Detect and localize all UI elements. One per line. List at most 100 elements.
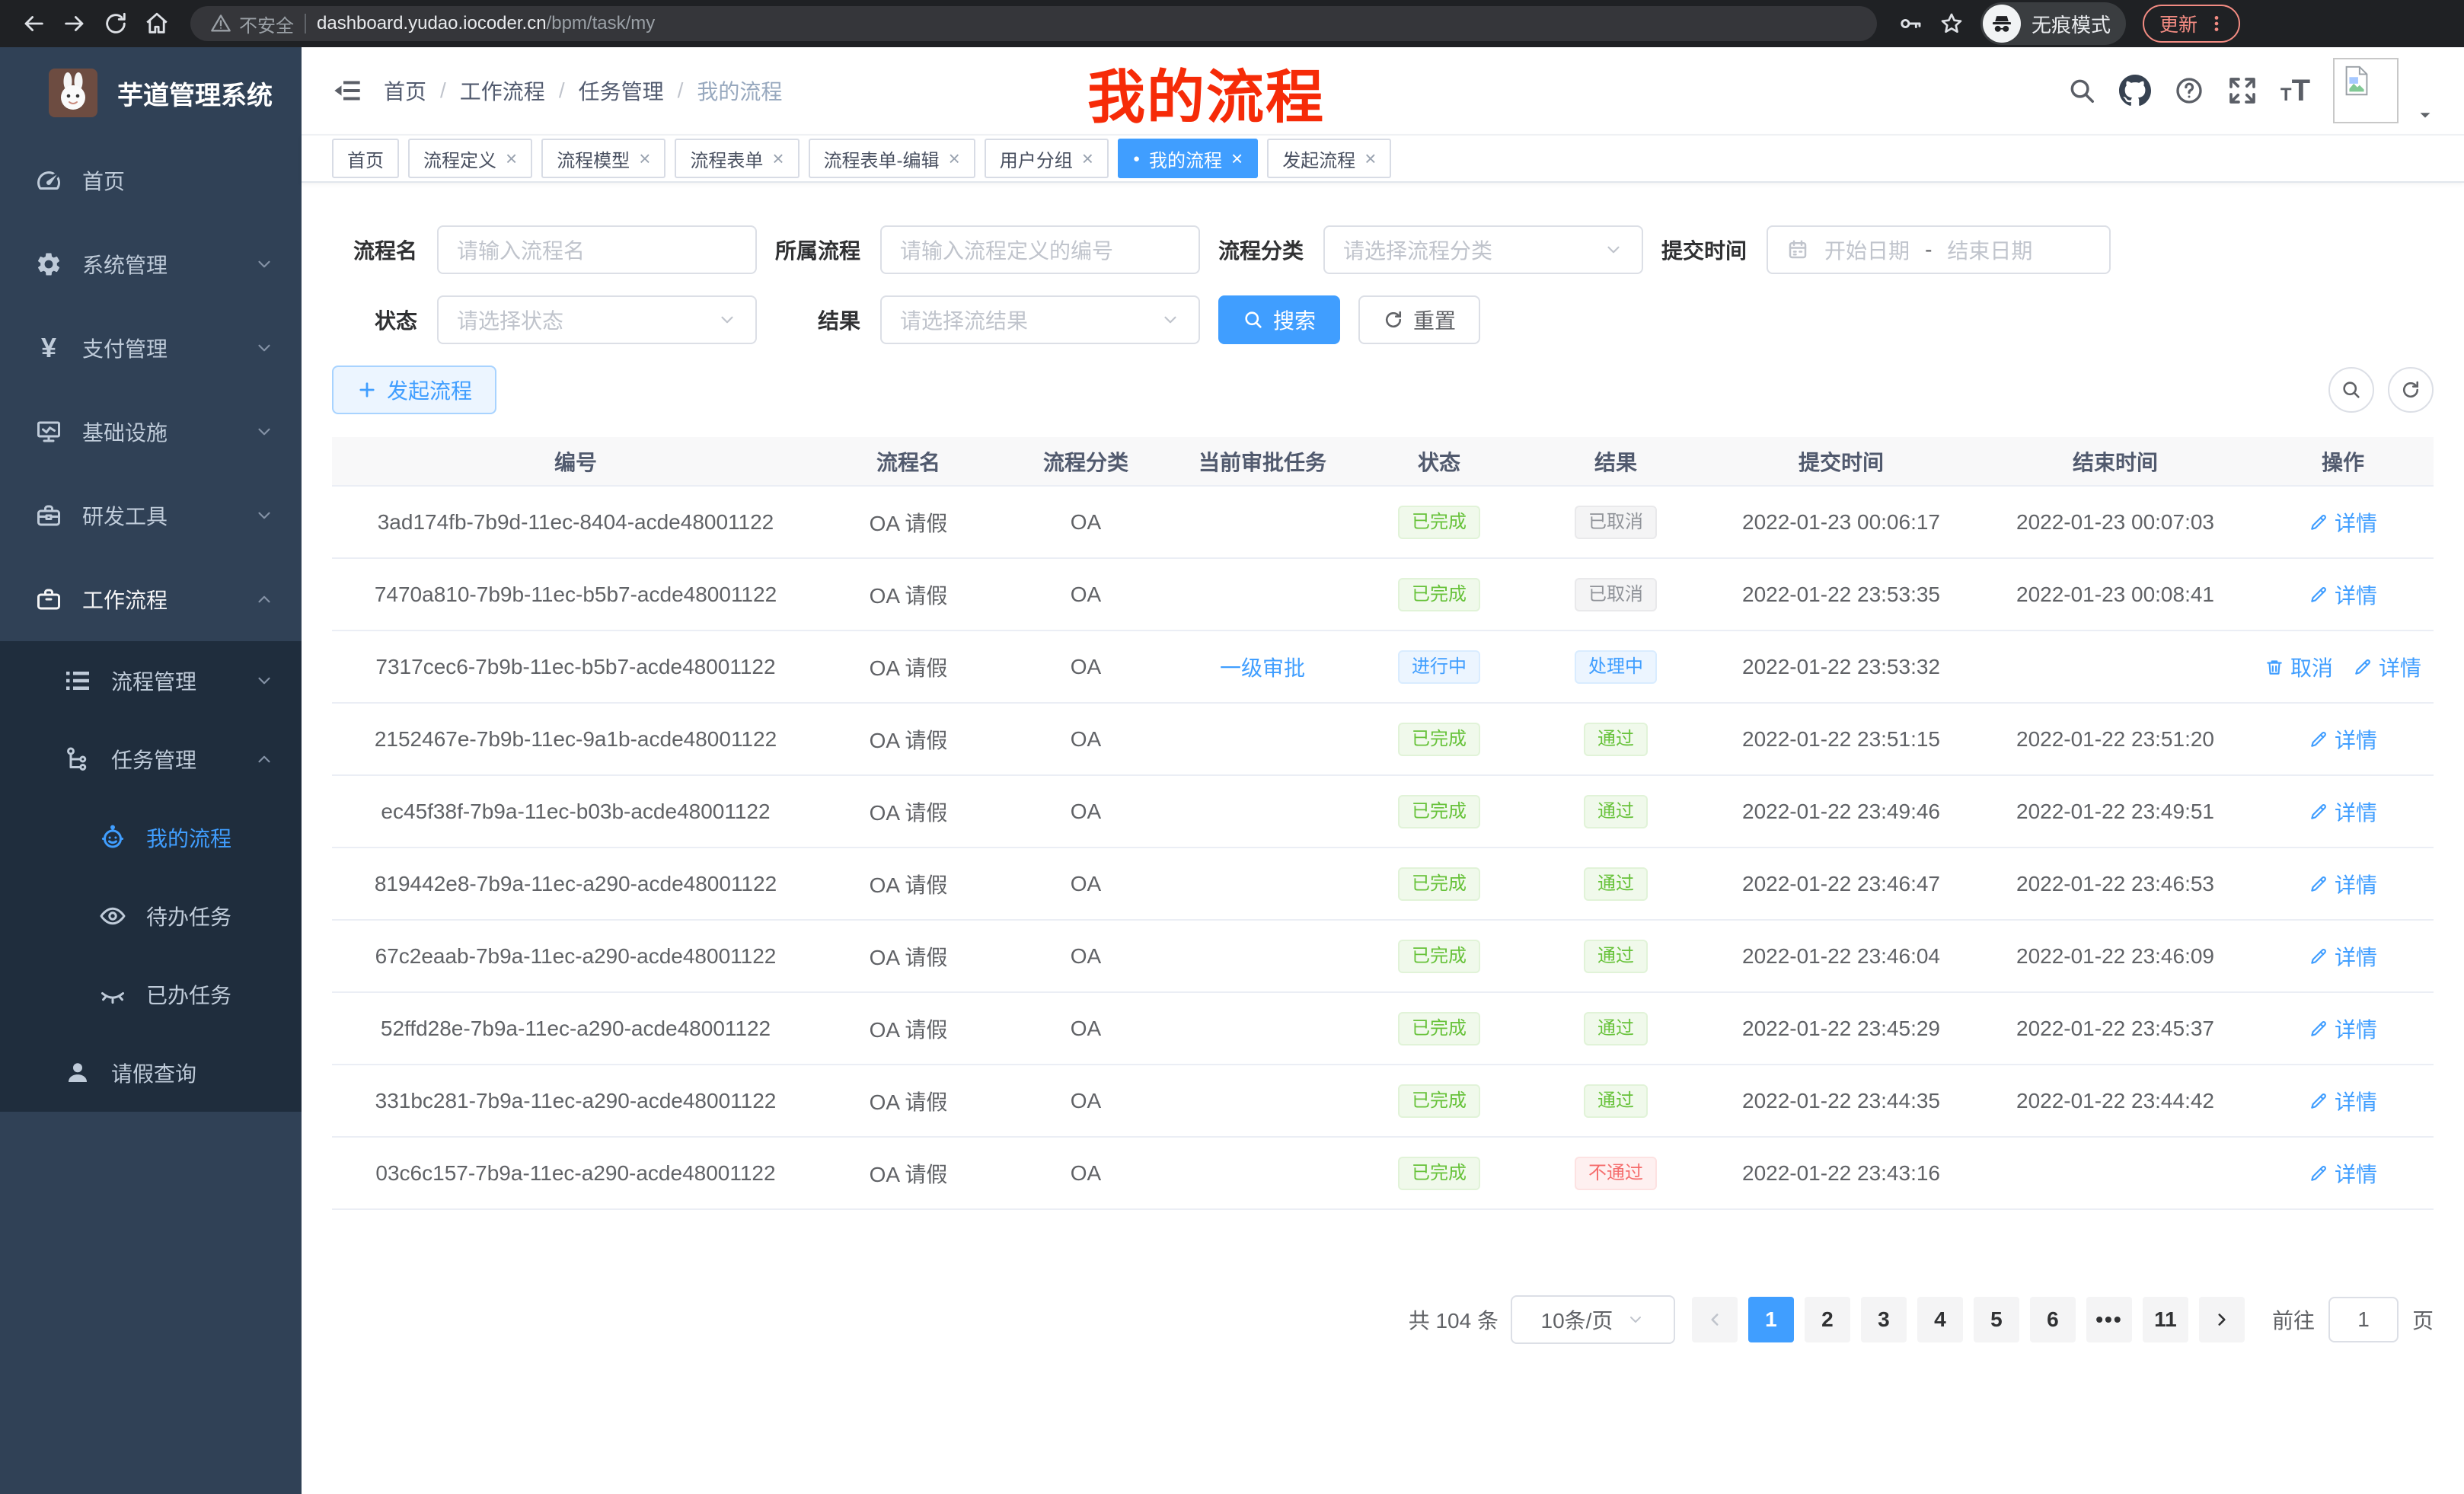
sidebar-item-home[interactable]: 首页 (0, 139, 302, 222)
tab-close-icon[interactable]: × (506, 148, 517, 168)
reset-button[interactable]: 重置 (1358, 295, 1480, 344)
page-size-select[interactable]: 10条/页 (1511, 1295, 1675, 1344)
sidebar-item-my-process[interactable]: 我的流程 (0, 798, 302, 876)
filter-process-label: 所属流程 (775, 235, 860, 265)
tab-流程定义[interactable]: 流程定义× (408, 139, 532, 178)
refresh-table-button[interactable] (2388, 367, 2434, 413)
tab-我的流程[interactable]: ●我的流程× (1118, 139, 1258, 178)
detail-link[interactable]: 详情 (2309, 796, 2377, 827)
sidebar-item-process-mgmt[interactable]: 流程管理 (0, 641, 302, 720)
detail-link[interactable]: 详情 (2309, 1086, 2377, 1116)
chevron-down-icon (1604, 240, 1623, 260)
breadcrumb-workflow[interactable]: 工作流程 (460, 75, 545, 106)
page-button-2[interactable]: 2 (1805, 1297, 1850, 1342)
address-bar[interactable]: 不安全 dashboard.yudao.iocoder.cn/bpm/task/… (190, 6, 1877, 41)
sidebar-toggle-icon[interactable] (332, 75, 362, 106)
detail-link[interactable]: 详情 (2309, 1014, 2377, 1044)
action-label: 详情 (2379, 652, 2421, 682)
sidebar-item-system[interactable]: 系统管理 (0, 222, 302, 306)
breadcrumb-separator: / (559, 78, 565, 103)
tab-close-icon[interactable]: × (1364, 148, 1376, 168)
tab-首页[interactable]: 首页 (332, 139, 399, 178)
search-button[interactable]: 搜索 (1218, 295, 1340, 344)
sidebar-item-task-mgmt[interactable]: 任务管理 (0, 720, 302, 798)
sidebar-item-workflow[interactable]: 工作流程 (0, 557, 302, 641)
tab-close-icon[interactable]: × (1231, 148, 1243, 168)
browser-home-icon[interactable] (139, 5, 175, 42)
github-icon[interactable] (2119, 75, 2151, 107)
next-page-button[interactable] (2199, 1297, 2245, 1342)
sidebar-item-label: 研发工具 (82, 500, 168, 531)
page-button-3[interactable]: 3 (1861, 1297, 1907, 1342)
tab-用户分组[interactable]: 用户分组× (985, 139, 1109, 178)
sidebar-item-infra[interactable]: 基础设施 (0, 390, 302, 474)
page-button-6[interactable]: 6 (2030, 1297, 2076, 1342)
sidebar-item-devtools[interactable]: 研发工具 (0, 474, 302, 557)
breadcrumb-task-mgmt[interactable]: 任务管理 (579, 75, 664, 106)
tab-流程表单-编辑[interactable]: 流程表单-编辑× (809, 139, 975, 178)
prev-page-button[interactable] (1692, 1297, 1738, 1342)
cancel-link[interactable]: 取消 (2265, 652, 2333, 682)
tab-流程表单[interactable]: 流程表单× (675, 139, 799, 178)
page-button-5[interactable]: 5 (1974, 1297, 2019, 1342)
cell-process-category: OA (997, 703, 1174, 775)
font-size-icon[interactable]: TT (2280, 74, 2310, 108)
app-logo[interactable]: 芋道管理系统 (0, 47, 302, 139)
table-header-row: 编号 流程名 流程分类 当前审批任务 状态 结果 提交时间 结束时间 操作 (332, 437, 2434, 486)
tab-close-icon[interactable]: × (949, 148, 960, 168)
detail-link[interactable]: 详情 (2309, 579, 2377, 610)
browser-menu-icon[interactable] (2207, 14, 2226, 34)
detail-link[interactable]: 详情 (2309, 869, 2377, 899)
status-badge: 已完成 (1398, 940, 1480, 973)
sidebar-item-todo-tasks[interactable]: 待办任务 (0, 876, 302, 955)
update-button[interactable]: 更新 (2143, 5, 2240, 43)
gear-icon (35, 251, 62, 278)
cell-result: 不通过 (1527, 1137, 1704, 1209)
bookmark-star-icon[interactable] (1933, 5, 1970, 42)
tab-流程模型[interactable]: 流程模型× (541, 139, 665, 178)
tab-close-icon[interactable]: × (1082, 148, 1093, 168)
sidebar-item-done-tasks[interactable]: 已办任务 (0, 955, 302, 1033)
detail-link[interactable]: 详情 (2309, 941, 2377, 972)
tab-close-icon[interactable]: × (772, 148, 784, 168)
process-name-input[interactable]: 请输入流程名 (437, 225, 757, 274)
cell-status: 已完成 (1351, 992, 1527, 1065)
password-key-icon[interactable] (1892, 5, 1929, 42)
page-button-4[interactable]: 4 (1917, 1297, 1963, 1342)
tab-发起流程[interactable]: 发起流程× (1267, 139, 1391, 178)
sidebar-item-leave-query[interactable]: 请假查询 (0, 1033, 302, 1112)
process-definition-input[interactable]: 请输入流程定义的编号 (880, 225, 1200, 274)
help-icon[interactable] (2174, 75, 2204, 106)
result-select[interactable]: 请选择流结果 (880, 295, 1200, 344)
detail-link[interactable]: 详情 (2309, 1158, 2377, 1189)
avatar-caret-icon[interactable] (2417, 107, 2434, 123)
browser-forward-icon[interactable] (56, 5, 93, 42)
detail-link[interactable]: 详情 (2309, 507, 2377, 538)
page-button-11[interactable]: 11 (2143, 1297, 2188, 1342)
current-task-link[interactable]: 一级审批 (1220, 652, 1305, 682)
cell-process-category: OA (997, 486, 1174, 558)
goto-page-input[interactable] (2328, 1297, 2399, 1342)
row-actions: 详情 (2309, 1158, 2377, 1189)
toggle-search-button[interactable] (2328, 367, 2374, 413)
red-annotation-text: 我的流程 (1087, 50, 1325, 134)
header-search-icon[interactable] (2067, 76, 2096, 105)
detail-link[interactable]: 详情 (2309, 724, 2377, 755)
address-divider (305, 14, 306, 34)
fullscreen-icon[interactable] (2227, 75, 2258, 106)
status-select[interactable]: 请选择状态 (437, 295, 757, 344)
breadcrumb-home[interactable]: 首页 (384, 75, 426, 106)
col-header-name: 流程名 (819, 437, 997, 486)
avatar[interactable] (2333, 58, 2399, 123)
browser-reload-icon[interactable] (97, 5, 134, 42)
security-warning[interactable]: 不安全 (210, 11, 294, 37)
browser-back-icon[interactable] (15, 5, 52, 42)
page-button-1[interactable]: 1 (1748, 1297, 1794, 1342)
process-category-select[interactable]: 请选择流程分类 (1323, 225, 1643, 274)
create-process-button[interactable]: 发起流程 (332, 366, 496, 414)
submit-time-range-picker[interactable]: 开始日期 - 结束日期 (1767, 225, 2111, 274)
sidebar-item-payment[interactable]: ¥ 支付管理 (0, 306, 302, 390)
tab-close-icon[interactable]: × (639, 148, 650, 168)
more-pages-button[interactable]: ••• (2086, 1297, 2132, 1342)
detail-link[interactable]: 详情 (2353, 652, 2421, 682)
